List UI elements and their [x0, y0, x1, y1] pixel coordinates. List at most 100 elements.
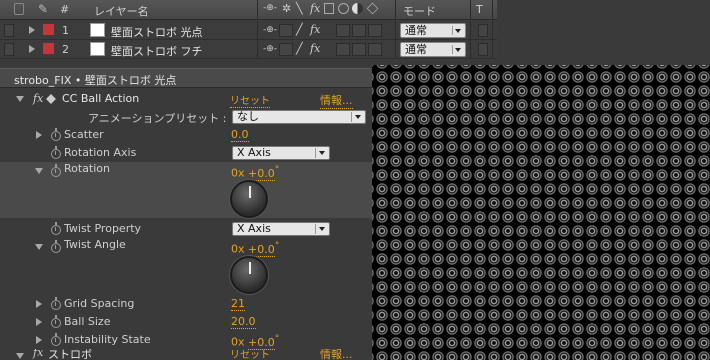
- stopwatch-icon[interactable]: [51, 333, 61, 346]
- preset-label: アニメーションプリセット :: [88, 112, 227, 125]
- stopwatch-icon[interactable]: [51, 128, 61, 141]
- property-rotation-axis: Rotation Axis X Axis: [0, 144, 372, 162]
- fx-switch[interactable]: fx: [310, 42, 320, 55]
- layer-row-1[interactable]: 1 壁面ストロボ 光点 -⊕- ╱ fx 通常: [0, 21, 497, 40]
- blend-mode-select[interactable]: 通常: [400, 23, 466, 38]
- timeline-header: ✎ # レイヤー名 -⊕- ✲ ╲ fx モード T: [0, 0, 497, 20]
- shy-icon: -⊕-: [263, 3, 278, 13]
- quality-switch-icon[interactable]: ╱: [296, 23, 303, 36]
- rotation-axis-dropdown[interactable]: X Axis: [232, 146, 330, 160]
- effect-header-cc-ball-action[interactable]: fx CC Ball Action リセット 情報...: [0, 90, 372, 109]
- fx-switch[interactable]: fx: [310, 23, 320, 36]
- lock-switch[interactable]: [4, 43, 14, 56]
- twist-angle-dial[interactable]: [230, 256, 268, 294]
- property-twist-property: Twist Property X Axis: [0, 220, 372, 238]
- dial-needle: [249, 186, 251, 198]
- chevron-down-icon: [315, 224, 327, 234]
- layer-number: 2: [62, 43, 69, 56]
- expand-icon[interactable]: [36, 300, 42, 308]
- ball-size-value[interactable]: 20.0: [231, 315, 256, 329]
- layer-thumbnail: [90, 42, 105, 56]
- frame-blend-switch[interactable]: [336, 24, 350, 37]
- trackmatte-switch[interactable]: [478, 43, 488, 56]
- property-label: Scatter: [64, 128, 104, 141]
- animation-preset-row: アニメーションプリセット : なし: [0, 108, 372, 126]
- label-color-swatch[interactable]: [43, 43, 54, 54]
- composition-canvas[interactable]: [372, 65, 710, 360]
- grid-spacing-value[interactable]: 21: [231, 297, 245, 311]
- property-instability-state: Instability State 0x +0.0°: [0, 331, 372, 350]
- adjustment-switch[interactable]: [368, 43, 382, 56]
- stopwatch-icon[interactable]: [51, 222, 61, 235]
- twist-property-dropdown[interactable]: X Axis: [232, 222, 330, 236]
- scatter-value[interactable]: 0.0: [231, 128, 249, 142]
- expand-layer-icon[interactable]: [29, 26, 35, 34]
- label-color-swatch[interactable]: [43, 24, 54, 35]
- property-scatter: Scatter 0.0: [0, 126, 372, 144]
- expand-icon[interactable]: [36, 336, 42, 344]
- fx-toggle[interactable]: fx: [33, 92, 43, 105]
- fx-toggle[interactable]: fx: [33, 349, 43, 359]
- panel-title: strobo_FIX • 壁面ストロボ 光点: [14, 74, 177, 87]
- effect-controls-tab[interactable]: strobo_FIX • 壁面ストロボ 光点: [0, 68, 372, 88]
- collapse-effect-icon[interactable]: [16, 96, 24, 102]
- composition-viewer: [372, 62, 710, 360]
- instability-state-value[interactable]: 0x +0.0°: [231, 333, 279, 350]
- motion-blur-switch[interactable]: [352, 24, 366, 37]
- effect-icon: [46, 94, 56, 104]
- stopwatch-icon[interactable]: [51, 146, 61, 159]
- property-twist-angle: Twist Angle 0x +0.0°: [0, 238, 372, 296]
- collapse-effect-icon[interactable]: [16, 353, 24, 359]
- expand-layer-icon[interactable]: [29, 45, 35, 53]
- expand-icon[interactable]: [36, 318, 42, 326]
- shy-switch-icon[interactable]: -⊕-: [263, 44, 277, 54]
- trackmatte-switch[interactable]: [478, 24, 488, 37]
- tag-icon: ✎: [38, 2, 49, 16]
- blend-mode-value: 通常: [405, 43, 427, 56]
- rotation-value[interactable]: 0x +0.0°: [231, 164, 279, 181]
- reset-link[interactable]: リセット: [230, 349, 270, 360]
- chevron-down-icon: [351, 112, 363, 122]
- shy-switch-icon[interactable]: -⊕-: [263, 25, 277, 35]
- chevron-down-icon: [315, 148, 327, 158]
- twist-property-value: X Axis: [237, 222, 271, 235]
- property-label: Twist Property: [64, 222, 142, 235]
- preset-dropdown[interactable]: なし: [232, 110, 366, 124]
- about-link[interactable]: 情報...: [320, 349, 353, 360]
- collapse-switch[interactable]: [279, 24, 293, 37]
- chevron-down-icon: [452, 26, 462, 35]
- twist-angle-value[interactable]: 0x +0.0°: [231, 240, 279, 257]
- rotation-dial[interactable]: [230, 180, 268, 218]
- property-label: Grid Spacing: [64, 297, 135, 310]
- layer-name-column-header[interactable]: レイヤー名: [94, 3, 149, 19]
- expand-icon[interactable]: [36, 131, 42, 139]
- layer-name[interactable]: 壁面ストロボ 光点: [111, 24, 203, 40]
- stopwatch-icon[interactable]: [51, 164, 61, 177]
- stopwatch-icon[interactable]: [51, 240, 61, 253]
- layer-name[interactable]: 壁面ストロボ フチ: [111, 43, 203, 59]
- mode-column-header: モード: [403, 5, 436, 18]
- preset-value: なし: [237, 110, 259, 123]
- frame-blend-switch[interactable]: [336, 43, 350, 56]
- reset-link[interactable]: リセット: [230, 92, 270, 108]
- dial-needle: [249, 262, 251, 274]
- stopwatch-icon[interactable]: [51, 315, 61, 328]
- blend-mode-select[interactable]: 通常: [400, 42, 466, 57]
- label-column-icon: [14, 3, 24, 15]
- collapse-icon[interactable]: [35, 168, 43, 174]
- collapse-switch[interactable]: [279, 43, 293, 56]
- 3d-icon: [366, 2, 379, 15]
- adjustment-switch[interactable]: [368, 24, 382, 37]
- about-link[interactable]: 情報...: [320, 92, 353, 109]
- effect-header-strobe[interactable]: fx ストロボ リセット 情報...: [0, 349, 372, 360]
- layer-row-2[interactable]: 2 壁面ストロボ フチ -⊕- ╱ fx 通常: [0, 40, 497, 59]
- collapse-icon: ✲: [282, 2, 292, 15]
- collapse-icon[interactable]: [35, 244, 43, 250]
- quality-switch-icon[interactable]: ╱: [296, 42, 303, 55]
- stopwatch-icon[interactable]: [51, 297, 61, 310]
- trackmatte-column-header: T: [476, 3, 483, 16]
- fx-icon: fx: [310, 2, 321, 15]
- lock-switch[interactable]: [4, 24, 14, 37]
- frame-blend-icon: [324, 3, 334, 14]
- motion-blur-switch[interactable]: [352, 43, 366, 56]
